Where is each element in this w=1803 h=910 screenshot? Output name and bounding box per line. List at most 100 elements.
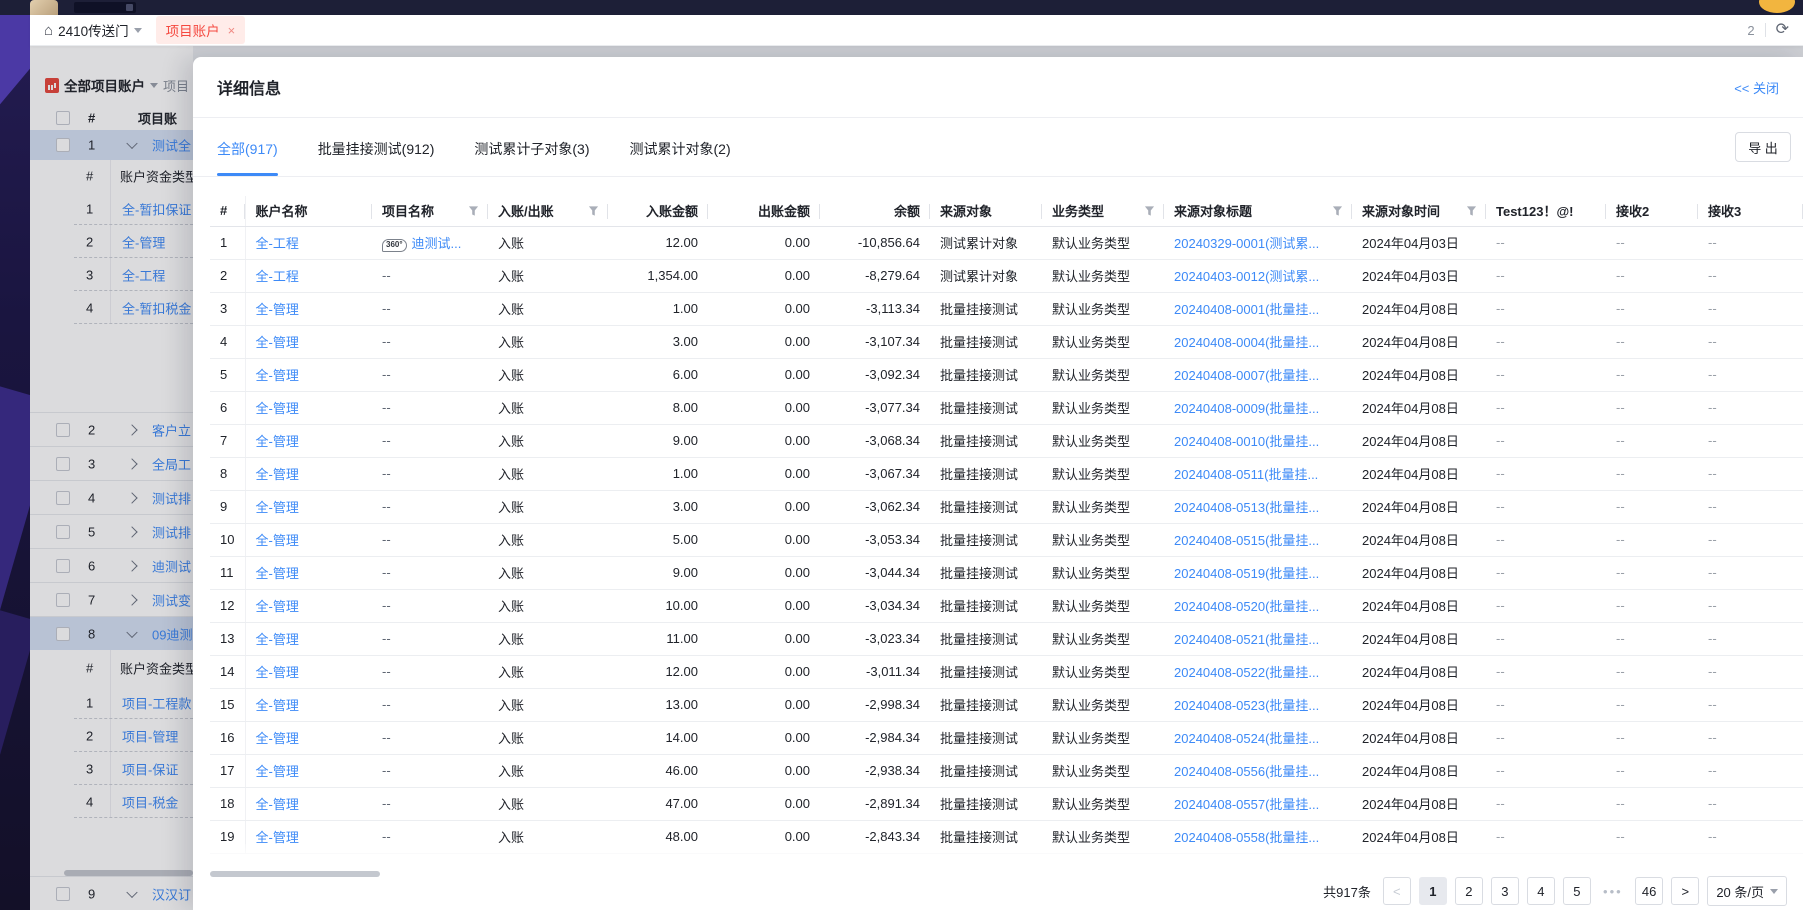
detail-tab-3[interactable]: 测试累计对象(2) [630, 139, 731, 176]
source-title-link[interactable]: 20240408-0513(批量挂... [1164, 490, 1352, 523]
cell: 11.00 [608, 622, 708, 655]
cell: 5.00 [608, 523, 708, 556]
cell: -- [1606, 358, 1698, 391]
source-title-link[interactable]: 20240408-0556(批量挂... [1164, 754, 1352, 787]
account-link[interactable]: 全-管理 [245, 424, 372, 457]
tab-close-icon[interactable]: × [228, 24, 236, 37]
cell: 0.00 [708, 523, 820, 556]
cell: 0.00 [708, 589, 820, 622]
table-row: 16全-管理--入账14.000.00-2,984.34批量挂接测试默认业务类型… [210, 721, 1803, 754]
source-title-link[interactable]: 20240408-0010(批量挂... [1164, 424, 1352, 457]
account-link[interactable]: 全-工程 [245, 226, 372, 259]
account-link[interactable]: 全-管理 [245, 655, 372, 688]
row-index: 9 [210, 490, 245, 523]
cell: 8.00 [608, 391, 708, 424]
account-link[interactable]: 全-管理 [245, 721, 372, 754]
pagination-next-button[interactable]: > [1671, 877, 1699, 905]
cell: 2024年04月03日 [1352, 226, 1486, 259]
account-link[interactable]: 全-管理 [245, 787, 372, 820]
table-row: 14全-管理--入账12.000.00-3,011.34批量挂接测试默认业务类型… [210, 655, 1803, 688]
source-title-link[interactable]: 20240329-0001(测试累... [1164, 226, 1352, 259]
account-link[interactable]: 全-管理 [245, 589, 372, 622]
refresh-icon[interactable]: ⟳ [1776, 22, 1789, 38]
tab-project-account[interactable]: 项目账户 × [156, 16, 246, 44]
account-link[interactable]: 全-管理 [245, 292, 372, 325]
account-link[interactable]: 全-管理 [245, 325, 372, 358]
account-link[interactable]: 全-管理 [245, 490, 372, 523]
cell: 0.00 [708, 688, 820, 721]
cell: -3,067.34 [820, 457, 930, 490]
cell: 入账 [488, 259, 608, 292]
detail-panel: 详细信息 << 关闭 全部(917)批量挂接测试(912)测试累计子对象(3)测… [193, 57, 1803, 910]
pagination-page-46[interactable]: 46 [1635, 877, 1663, 905]
pagination-page-3[interactable]: 3 [1491, 877, 1519, 905]
account-link[interactable]: 全-管理 [245, 556, 372, 589]
cell: -- [372, 457, 488, 490]
account-link[interactable]: 全-管理 [245, 688, 372, 721]
source-title-link[interactable]: 20240408-0557(批量挂... [1164, 787, 1352, 820]
source-title-link[interactable]: 20240408-0001(批量挂... [1164, 292, 1352, 325]
source-title-link[interactable]: 20240403-0012(测试累... [1164, 259, 1352, 292]
pagination-page-2[interactable]: 2 [1455, 877, 1483, 905]
account-link[interactable]: 全-管理 [245, 391, 372, 424]
export-button[interactable]: 导 出 [1735, 132, 1791, 162]
table-row: 4全-管理--入账3.000.00-3,107.34批量挂接测试默认业务类型20… [210, 325, 1803, 358]
account-link[interactable]: 全-管理 [245, 523, 372, 556]
detail-tab-1[interactable]: 批量挂接测试(912) [318, 139, 435, 176]
account-link[interactable]: 全-管理 [245, 754, 372, 787]
360-view-icon[interactable]: 360° [382, 239, 407, 252]
table-horizontal-scrollbar[interactable] [210, 871, 380, 877]
filter-icon[interactable] [1466, 205, 1477, 216]
table-row: 12全-管理--入账10.000.00-3,034.34批量挂接测试默认业务类型… [210, 589, 1803, 622]
cell: 默认业务类型 [1042, 226, 1164, 259]
home-menu[interactable]: ⌂ 2410传送门 [44, 20, 142, 40]
cell: -- [1486, 391, 1606, 424]
cell: 2024年04月08日 [1352, 655, 1486, 688]
pagination-ellipsis[interactable]: ••• [1599, 884, 1627, 899]
pagination-page-5[interactable]: 5 [1563, 877, 1591, 905]
cell: 2024年04月08日 [1352, 556, 1486, 589]
cell: -- [372, 556, 488, 589]
source-title-link[interactable]: 20240408-0007(批量挂... [1164, 358, 1352, 391]
detail-tab-0[interactable]: 全部(917) [217, 139, 278, 176]
filter-icon[interactable] [1144, 205, 1155, 216]
cell: -3,068.34 [820, 424, 930, 457]
pagination-prev-button[interactable]: < [1383, 877, 1411, 905]
source-title-link[interactable]: 20240408-0521(批量挂... [1164, 622, 1352, 655]
close-panel-link[interactable]: << 关闭 [1734, 78, 1779, 97]
account-link[interactable]: 全-工程 [245, 259, 372, 292]
cell: 默认业务类型 [1042, 589, 1164, 622]
column-header-13: 接收3 [1698, 196, 1803, 226]
topbar-widget[interactable] [74, 2, 136, 13]
pagination-page-1[interactable]: 1 [1419, 877, 1447, 905]
source-title-link[interactable]: 20240408-0522(批量挂... [1164, 655, 1352, 688]
avatar[interactable] [30, 0, 58, 15]
page-size-select[interactable]: 20 条/页 [1707, 876, 1787, 906]
source-title-link[interactable]: 20240408-0511(批量挂... [1164, 457, 1352, 490]
cell: 2024年04月08日 [1352, 457, 1486, 490]
source-title-link[interactable]: 20240408-0524(批量挂... [1164, 721, 1352, 754]
detail-tab-2[interactable]: 测试累计子对象(3) [474, 139, 589, 176]
filter-icon[interactable] [588, 205, 599, 216]
cell: 入账 [488, 622, 608, 655]
cell: 入账 [488, 226, 608, 259]
source-title-link[interactable]: 20240408-0523(批量挂... [1164, 688, 1352, 721]
pagination-page-4[interactable]: 4 [1527, 877, 1555, 905]
account-link[interactable]: 全-管理 [245, 358, 372, 391]
account-link[interactable]: 全-管理 [245, 622, 372, 655]
source-title-link[interactable]: 20240408-0519(批量挂... [1164, 556, 1352, 589]
source-title-link[interactable]: 20240408-0009(批量挂... [1164, 391, 1352, 424]
project-link[interactable]: 360°迪测试... [372, 226, 488, 259]
source-title-link[interactable]: 20240408-0515(批量挂... [1164, 523, 1352, 556]
account-link[interactable]: 全-管理 [245, 457, 372, 490]
filter-icon[interactable] [1332, 205, 1343, 216]
column-header-10: 来源对象时间 [1352, 196, 1486, 226]
cell: -- [1486, 787, 1606, 820]
source-title-link[interactable]: 20240408-0004(批量挂... [1164, 325, 1352, 358]
filter-icon[interactable] [468, 205, 479, 216]
source-title-link[interactable]: 20240408-0520(批量挂... [1164, 589, 1352, 622]
cell: 批量挂接测试 [930, 457, 1042, 490]
cell: -- [372, 358, 488, 391]
cell: -8,279.64 [820, 259, 930, 292]
cell: -- [1486, 226, 1606, 259]
